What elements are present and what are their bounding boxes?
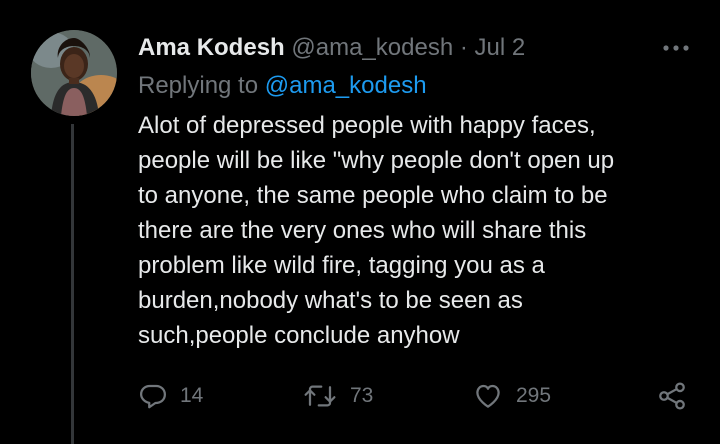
tweet-text-line: Alot of depressed people with happy face…	[138, 112, 596, 139]
replying-to: Replying to @ama_kodesh	[138, 71, 427, 101]
like-count: 295	[516, 384, 552, 407]
like-button[interactable]: 295	[472, 376, 551, 416]
tweet-text-line: problem like wild fire, tagging you as a	[138, 252, 545, 279]
author-name[interactable]: Ama Kodesh	[138, 34, 285, 61]
share-icon	[659, 382, 685, 410]
reply-button[interactable]: 14	[138, 376, 203, 416]
more-button[interactable]	[660, 38, 692, 58]
separator-dot: ·	[459, 34, 468, 61]
replying-to-handle[interactable]: @ama_kodesh	[265, 72, 427, 99]
reply-icon	[140, 384, 166, 409]
tweet-date[interactable]: Jul 2	[475, 34, 526, 61]
avatar[interactable]	[31, 30, 117, 116]
share-button[interactable]	[656, 376, 688, 416]
tweet-text-line: people will be like "why people don't op…	[138, 147, 615, 174]
tweet-header: Ama Kodesh @ama_kodesh · Jul 2	[138, 34, 525, 62]
reply-count: 14	[180, 384, 204, 407]
retweet-count: 73	[350, 384, 374, 407]
more-icon	[663, 45, 689, 51]
tweet-text-line: such,people conclude anyhow	[138, 322, 460, 349]
replying-to-label: Replying to	[138, 72, 259, 99]
tweet-text-line: to anyone, the same people who claim to …	[138, 182, 608, 209]
retweet-button[interactable]: 73	[302, 376, 373, 416]
tweet-text: Alot of depressed people with happy face…	[138, 108, 698, 353]
heart-icon	[476, 384, 500, 408]
author-handle[interactable]: @ama_kodesh	[291, 34, 453, 61]
tweet-text-line: burden,nobody what's to be seen as	[138, 287, 523, 314]
avatar-image	[31, 30, 117, 116]
retweet-icon	[304, 385, 336, 407]
tweet-text-line: there are the very ones who will share t…	[138, 217, 587, 244]
action-bar: 14 73 295	[0, 376, 720, 416]
